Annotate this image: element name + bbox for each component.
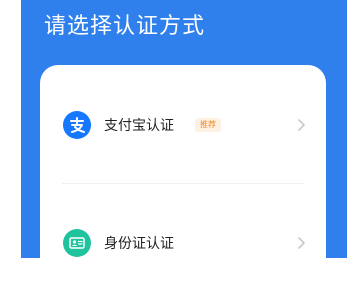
- alipay-auth-option[interactable]: 支付宝认证 推荐: [40, 97, 326, 153]
- auth-method-card: 支付宝认证 推荐 身份证认证: [40, 65, 326, 285]
- recommended-badge: 推荐: [195, 118, 221, 132]
- id-card-auth-label: 身份证认证: [104, 236, 174, 252]
- chevron-right-icon: [298, 237, 305, 249]
- id-card-auth-option[interactable]: 身份证认证: [40, 215, 326, 271]
- id-card-icon: [63, 229, 91, 257]
- divider: [62, 183, 304, 184]
- alipay-auth-label: 支付宝认证: [104, 118, 174, 134]
- page-title: 请选择认证方式: [44, 14, 206, 39]
- chevron-right-icon: [298, 119, 305, 131]
- alipay-icon: [63, 111, 91, 139]
